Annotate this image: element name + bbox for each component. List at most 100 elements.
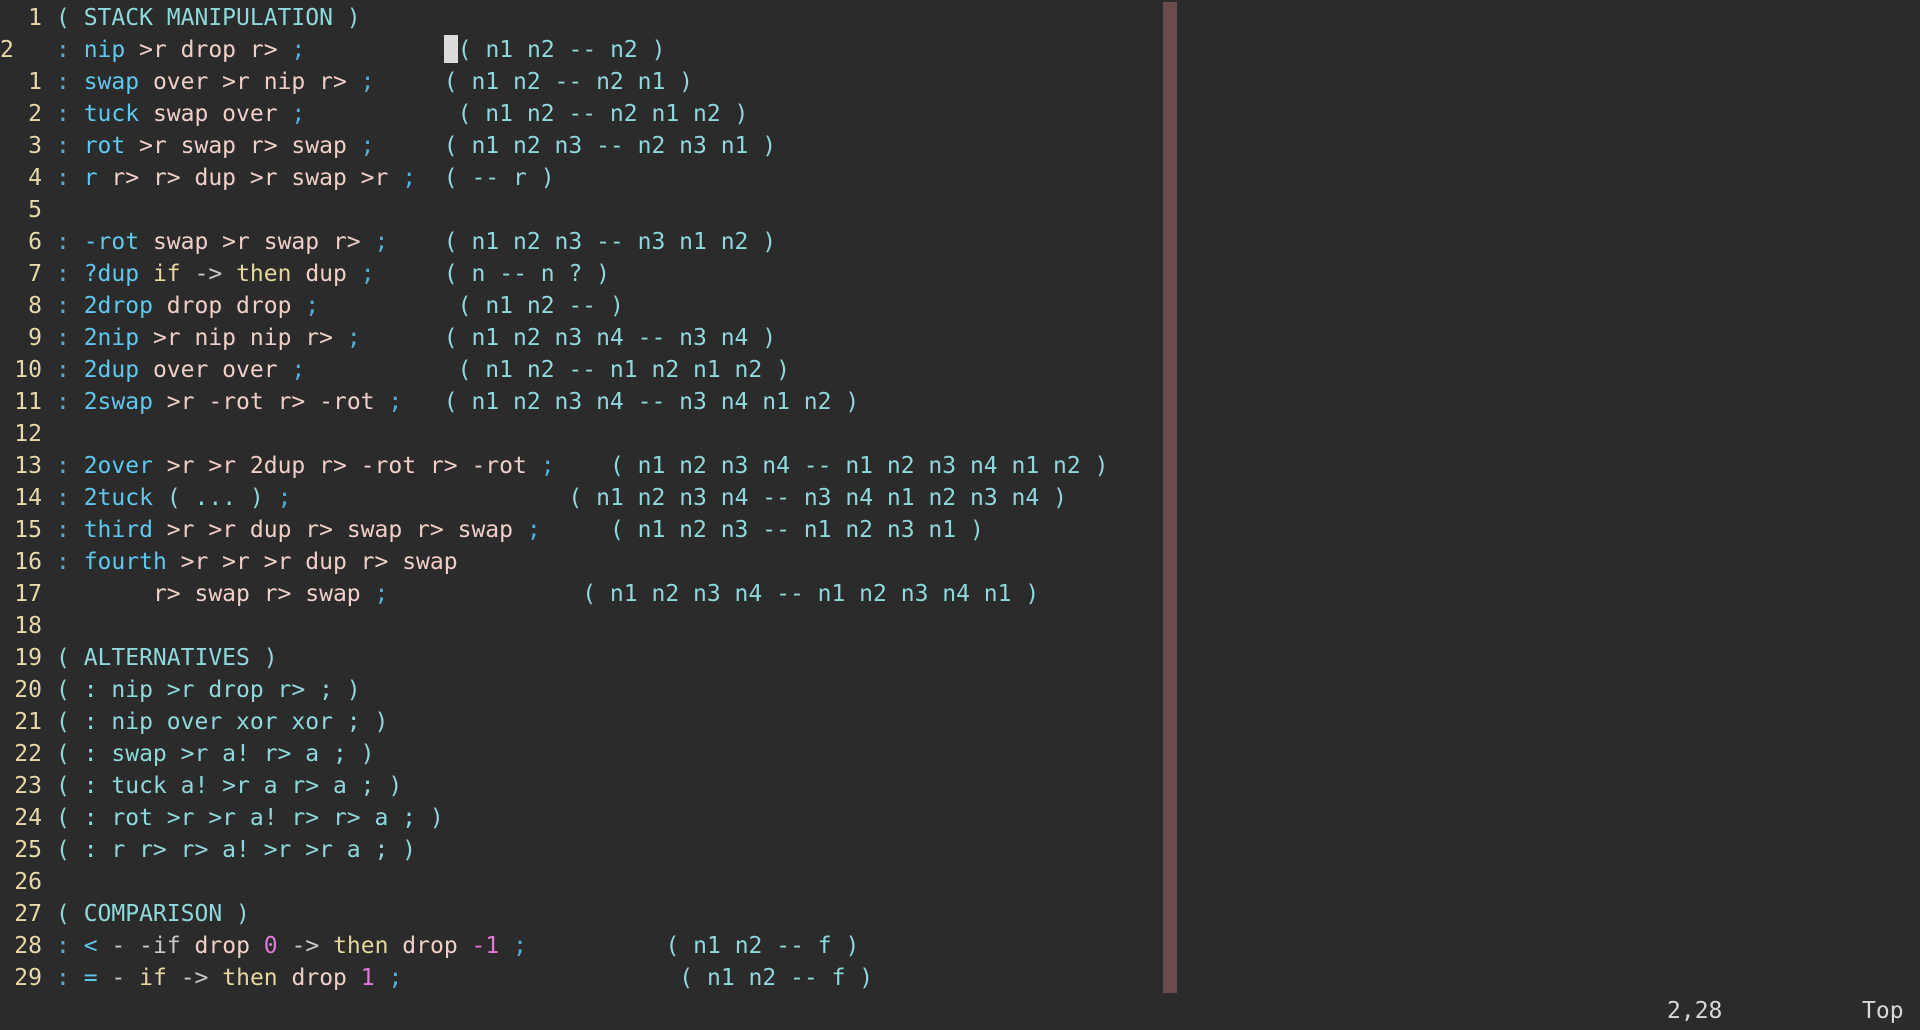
code-line[interactable]: 16: fourth >r >r >r dup r> swap [0,546,1920,578]
token-comment: ( n1 n2 -- n2 ) [457,37,666,63]
token-comment: ( ... ) [166,485,264,511]
code-line[interactable]: 22 ( : swap >r a! r> a ; ) [0,738,1920,770]
token-comment: ( : nip >r drop r> ; ) [56,677,361,703]
code-line[interactable]: 6: -rot swap >r swap r> ; ( n1 n2 n3 -- … [0,226,1920,258]
code-line[interactable]: 5 [0,194,1920,226]
token-number-literal: 1 [360,965,375,991]
token-whitespace [319,293,457,319]
code-line[interactable]: 29: = - if -> then drop 1 ; ( n1 n2 -- f… [0,962,1920,994]
line-number: 13 [14,453,42,479]
code-line[interactable]: 2: tuck swap over ; ( n1 n2 -- n2 n1 n2 … [0,98,1920,130]
token-word: swap >r swap r> [139,229,375,255]
token-word: >r -rot r> -rot [152,389,389,415]
code-line[interactable]: 11 : 2swap >r -rot r> -rot ; ( n1 n2 n3 n… [0,386,1920,418]
code-text: ( : swap >r a! r> a ; ) [56,738,375,770]
token-comment: ( n1 n2 n3 n4 -- n3 n4 ) [443,325,777,351]
code-text: : 2nip >r nip nip r> ; ( n1 n2 n3 n4 -- … [56,322,776,354]
token-punctuation: : [56,261,84,287]
code-line[interactable]: 13: 2over >r >r 2dup r> -rot r> -rot ; (… [0,450,1920,482]
token-whitespace [375,69,444,95]
code-text: : nip >r drop r> ; ( n1 n2 -- n2 ) [56,34,665,66]
code-text: ( COMPARISON ) [56,898,250,930]
text-cursor [443,34,458,63]
code-line[interactable]: 12 [0,418,1920,450]
token-definition-name: third [83,517,153,543]
code-line[interactable]: 21 ( : nip over xor xor ; ) [0,706,1920,738]
token-punctuation: ; [305,293,320,319]
token-whitespace [181,261,195,287]
code-text: ( : rot >r >r a! r> r> a ; ) [56,802,444,834]
token-whitespace [527,933,665,959]
token-comment: ( ALTERNATIVES ) [56,645,278,671]
token-punctuation: : [56,389,84,415]
code-text: : -rot swap >r swap r> ; ( n1 n2 n3 -- n… [56,226,776,258]
code-text: : 2tuck ( ... ) ; ( n1 n2 n3 n4 -- n3 n4… [56,482,1067,514]
token-whitespace [305,101,457,127]
code-line[interactable]: 1: swap over >r nip r> ; ( n1 n2 -- n2 n… [0,66,1920,98]
code-line[interactable]: 14 : 2tuck ( ... ) ; ( n1 n2 n3 n4 -- n3 … [0,482,1920,514]
code-line[interactable]: 10: 2dup over over ; ( n1 n2 -- n1 n2 n1… [0,354,1920,386]
token-comment: ( n1 n2 -- n2 n1 n2 ) [457,101,749,127]
code-line[interactable]: 1 ( STACK MANIPULATION ) [0,2,1920,34]
token-keyword: if [139,965,167,991]
token-punctuation: : [56,293,84,319]
code-line[interactable]: 4: r r> r> dup >r swap >r ; ( -- r ) [0,162,1920,194]
code-line[interactable]: 8: 2drop drop drop ; ( n1 n2 -- ) [0,290,1920,322]
line-number: 10 [14,357,42,383]
token-number-literal: 0 [263,933,278,959]
code-line[interactable]: 7: ?dup if -> then dup ; ( n -- n ? ) [0,258,1920,290]
code-line[interactable]: 3: rot >r swap r> swap ; ( n1 n2 n3 -- n… [0,130,1920,162]
token-comment: ( n1 n2 n3 n4 -- n1 n2 n3 n4 n1 ) [582,581,1040,607]
code-line[interactable]: 18 [0,610,1920,642]
token-punctuation: ; [360,133,375,159]
line-number: 8 [28,293,42,319]
token-comment: ( COMPARISON ) [56,901,250,927]
token-comment: ( n1 n2 -- f ) [665,933,860,959]
token-whitespace [98,933,112,959]
code-line[interactable]: 19 ( ALTERNATIVES ) [0,642,1920,674]
code-line[interactable]: 25 ( : r r> r> a! >r >r a ; ) [0,834,1920,866]
token-whitespace [125,933,139,959]
code-text: ( STACK MANIPULATION ) [56,2,361,34]
token-punctuation: ; [388,389,403,415]
code-text: : ?dup if -> then dup ; ( n -- n ? ) [56,258,610,290]
code-text: : 2swap >r -rot r> -rot ; ( n1 n2 n3 n4 … [56,386,859,418]
code-line[interactable]: 27 ( COMPARISON ) [0,898,1920,930]
line-number: 29 [14,965,42,991]
editor-buffer[interactable]: 1( STACK MANIPULATION ) 2: nip >r drop r>… [0,2,1920,994]
token-whitespace [402,965,679,991]
token-whitespace [388,581,582,607]
token-definition-name: rot [83,133,126,159]
line-number: 14 [14,485,42,511]
token-operator: -> [291,933,320,959]
line-number: 20 [14,677,42,703]
token-comment: ( n -- n ? ) [443,261,610,287]
token-comment: ( n1 n2 -- n1 n2 n1 n2 ) [457,357,790,383]
code-line[interactable]: 20 ( : nip >r drop r> ; ) [0,674,1920,706]
token-whitespace [139,261,153,287]
token-definition-name: ?dup [83,261,140,287]
code-line[interactable]: 26 [0,866,1920,898]
code-line[interactable]: 2: nip >r drop r> ; ( n1 n2 -- n2 ) [0,34,1920,66]
token-punctuation: ; [402,165,417,191]
token-definition-name: -rot [83,229,140,255]
token-comment: ( : tuck a! >r a r> a ; ) [56,773,403,799]
code-line[interactable]: 24 ( : rot >r >r a! r> r> a ; ) [0,802,1920,834]
token-whitespace [167,965,181,991]
token-word: drop [180,933,264,959]
token-whitespace [98,965,112,991]
code-line[interactable]: 17 r> swap r> swap ; ( n1 n2 n3 n4 -- n1… [0,578,1920,610]
token-whitespace [388,229,443,255]
line-number: 4 [28,165,42,191]
line-number: 11 [14,389,42,415]
token-word: drop [388,933,472,959]
token-whitespace [153,485,167,511]
code-line[interactable]: 15: third >r >r dup r> swap r> swap ; ( … [0,514,1920,546]
code-line[interactable]: 23 ( : tuck a! >r a r> a ; ) [0,770,1920,802]
code-line[interactable]: 28: < - -if drop 0 -> then drop -1 ; ( n… [0,930,1920,962]
code-line[interactable]: 9: 2nip >r nip nip r> ; ( n1 n2 n3 n4 --… [0,322,1920,354]
token-definition-name: r [83,165,98,191]
token-whitespace [541,517,610,543]
token-definition-name: 2drop [83,293,153,319]
token-punctuation: ; [374,229,389,255]
